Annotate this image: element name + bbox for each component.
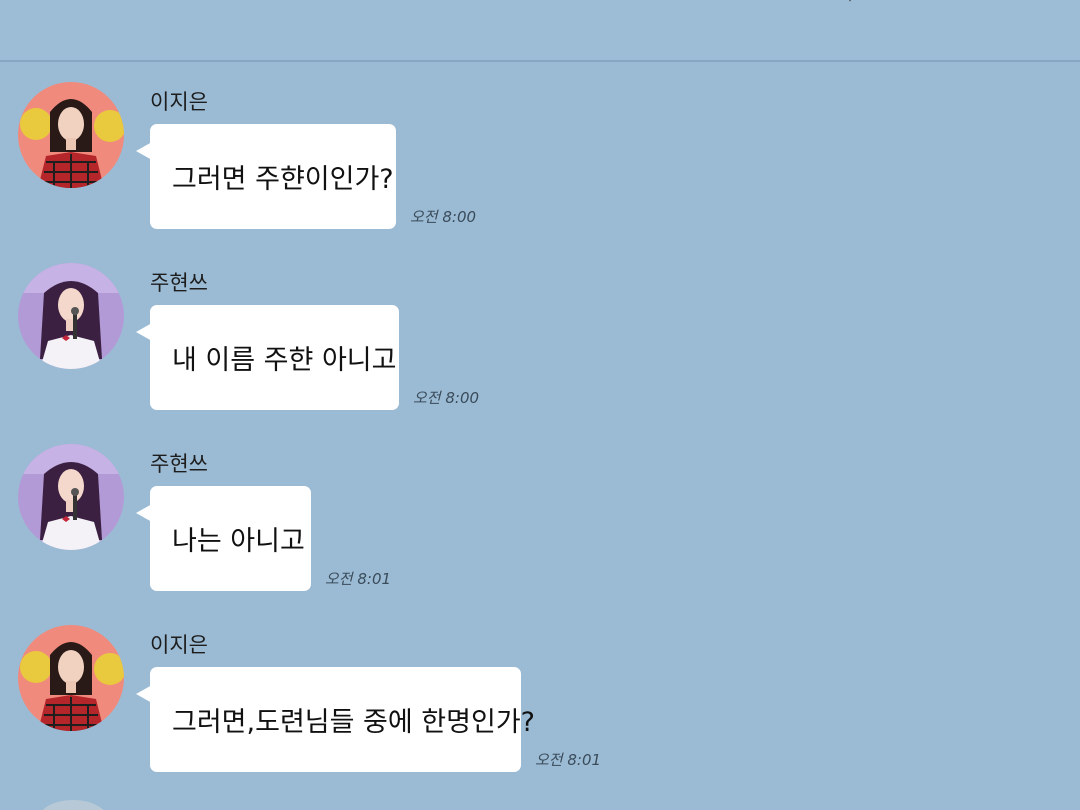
message-text: 그러면 주햔이인가? xyxy=(172,164,394,195)
message-text: 내 이름 주햔 아니고 xyxy=(172,345,397,376)
message-bubble[interactable]: 내 이름 주햔 아니고 xyxy=(136,305,399,410)
sender-name: 이지은 xyxy=(150,633,208,657)
avatar-iu-icon[interactable] xyxy=(18,625,124,731)
chat-header xyxy=(0,0,1080,62)
message-bubble[interactable]: 그러면 주햔이인가? xyxy=(136,124,396,229)
message-time: 오전 8:01 xyxy=(325,570,392,588)
avatar-iu-icon[interactable] xyxy=(18,82,124,188)
next-avatar xyxy=(38,800,108,810)
message-text: 그러면,도련님들 중에 한명인가? xyxy=(172,707,535,738)
message-text: 나는 아니고 xyxy=(172,526,305,557)
header-icon[interactable] xyxy=(845,0,855,2)
chat-screen: 이지은 그러면 주햔이인가? 오전 8:00 주현쓰 내 이름 주햔 아니고 오… xyxy=(0,0,1080,810)
message-time: 오전 8:00 xyxy=(410,208,477,226)
sender-name: 주현쓰 xyxy=(150,452,208,476)
message-time: 오전 8:00 xyxy=(413,389,480,407)
message-time: 오전 8:01 xyxy=(535,751,602,769)
avatar-joohyun-icon[interactable] xyxy=(18,444,124,550)
message-bubble[interactable]: 나는 아니고 xyxy=(136,486,311,591)
sender-name: 주현쓰 xyxy=(150,271,208,295)
avatar-joohyun-icon[interactable] xyxy=(18,263,124,369)
message-bubble[interactable]: 그러면,도련님들 중에 한명인가? xyxy=(136,667,535,772)
sender-name: 이지은 xyxy=(150,90,208,114)
